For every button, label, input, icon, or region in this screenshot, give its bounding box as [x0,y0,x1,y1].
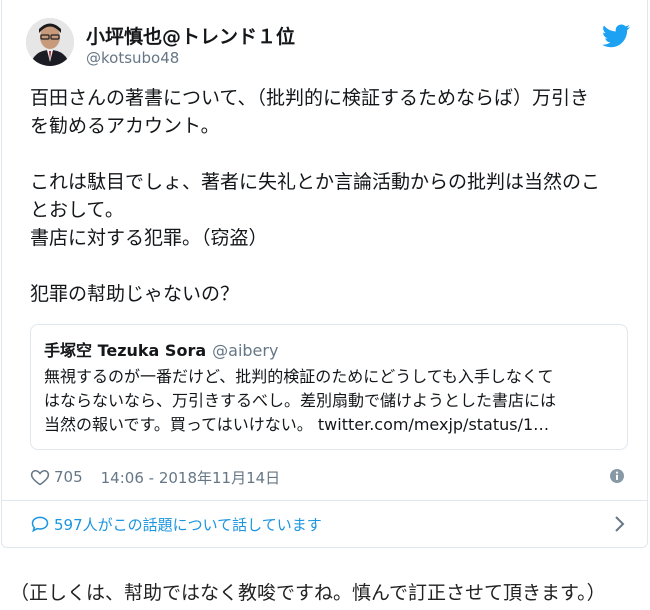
twitter-bird-icon[interactable] [602,24,630,48]
info-icon[interactable] [609,468,625,484]
quoted-line: 当然の報いです。買ってはいけない。 twitter.com/mexjp/stat… [44,415,550,434]
author-handle[interactable]: @kotsubo48 [86,49,179,67]
tweet-card: 小坪慎也@トレンド１位 @kotsubo48 百田さんの著書について、（批判的に… [1,0,648,548]
author-name[interactable]: 小坪慎也@トレンド１位 [86,22,295,49]
tweet-line: を勧めるアカウント。 [30,115,220,137]
tweet-line: とおして。 [30,199,124,221]
quoted-text: 無視するのが一番だけど、批判的検証のためにどうしても入手しなくて はならないなら… [44,365,616,437]
quoted-author-name: 手塚空 Tezuka Sora [44,341,207,360]
tweet-meta: 705 14:06 - 2018年11月14日 [30,465,280,489]
footer-note: （正しくは、幇助ではなく教唆ですね。慎んで訂正させて頂きます。） [10,582,606,604]
avatar[interactable] [26,18,74,66]
tweet-line: 書店に対する犯罪。（窃盗） [30,227,268,249]
quoted-tweet[interactable]: 手塚空 Tezuka Sora @aibery 無視するのが一番だけど、批判的検証… [30,324,628,450]
chevron-right-icon[interactable] [612,515,626,533]
quoted-author-handle: @aibery [212,341,279,360]
conversation-link[interactable]: 597人がこの話題について話しています [30,512,322,536]
tweet-line: これは駄目でしょ、著者に失礼とか言論活動からの批判は当然のこ [30,171,601,193]
quoted-author: 手塚空 Tezuka Sora @aibery [44,337,278,361]
quoted-line: 無視するのが一番だけど、批判的検証のためにどうしても入手しなくて [44,367,554,386]
reply-bubble-icon [31,516,49,533]
conversation-text[interactable]: 597人がこの話題について話しています [54,514,322,535]
quoted-line: はならないなら、万引きするべし。差別扇動で儲けようとした書店には [44,391,557,410]
tweet-text: 百田さんの著書について、（批判的に検証するためならば）万引き を勧めるアカウント… [30,84,630,308]
tweet-line: 百田さんの著書について、（批判的に検証するためならば）万引き [30,87,589,109]
like-count[interactable]: 705 [54,468,83,486]
divider [2,500,647,501]
tweet-line: 犯罪の幇助じゃないの？ [30,283,240,305]
tweet-timestamp[interactable]: 14:06 - 2018年11月14日 [101,467,281,488]
heart-icon[interactable] [30,467,50,487]
